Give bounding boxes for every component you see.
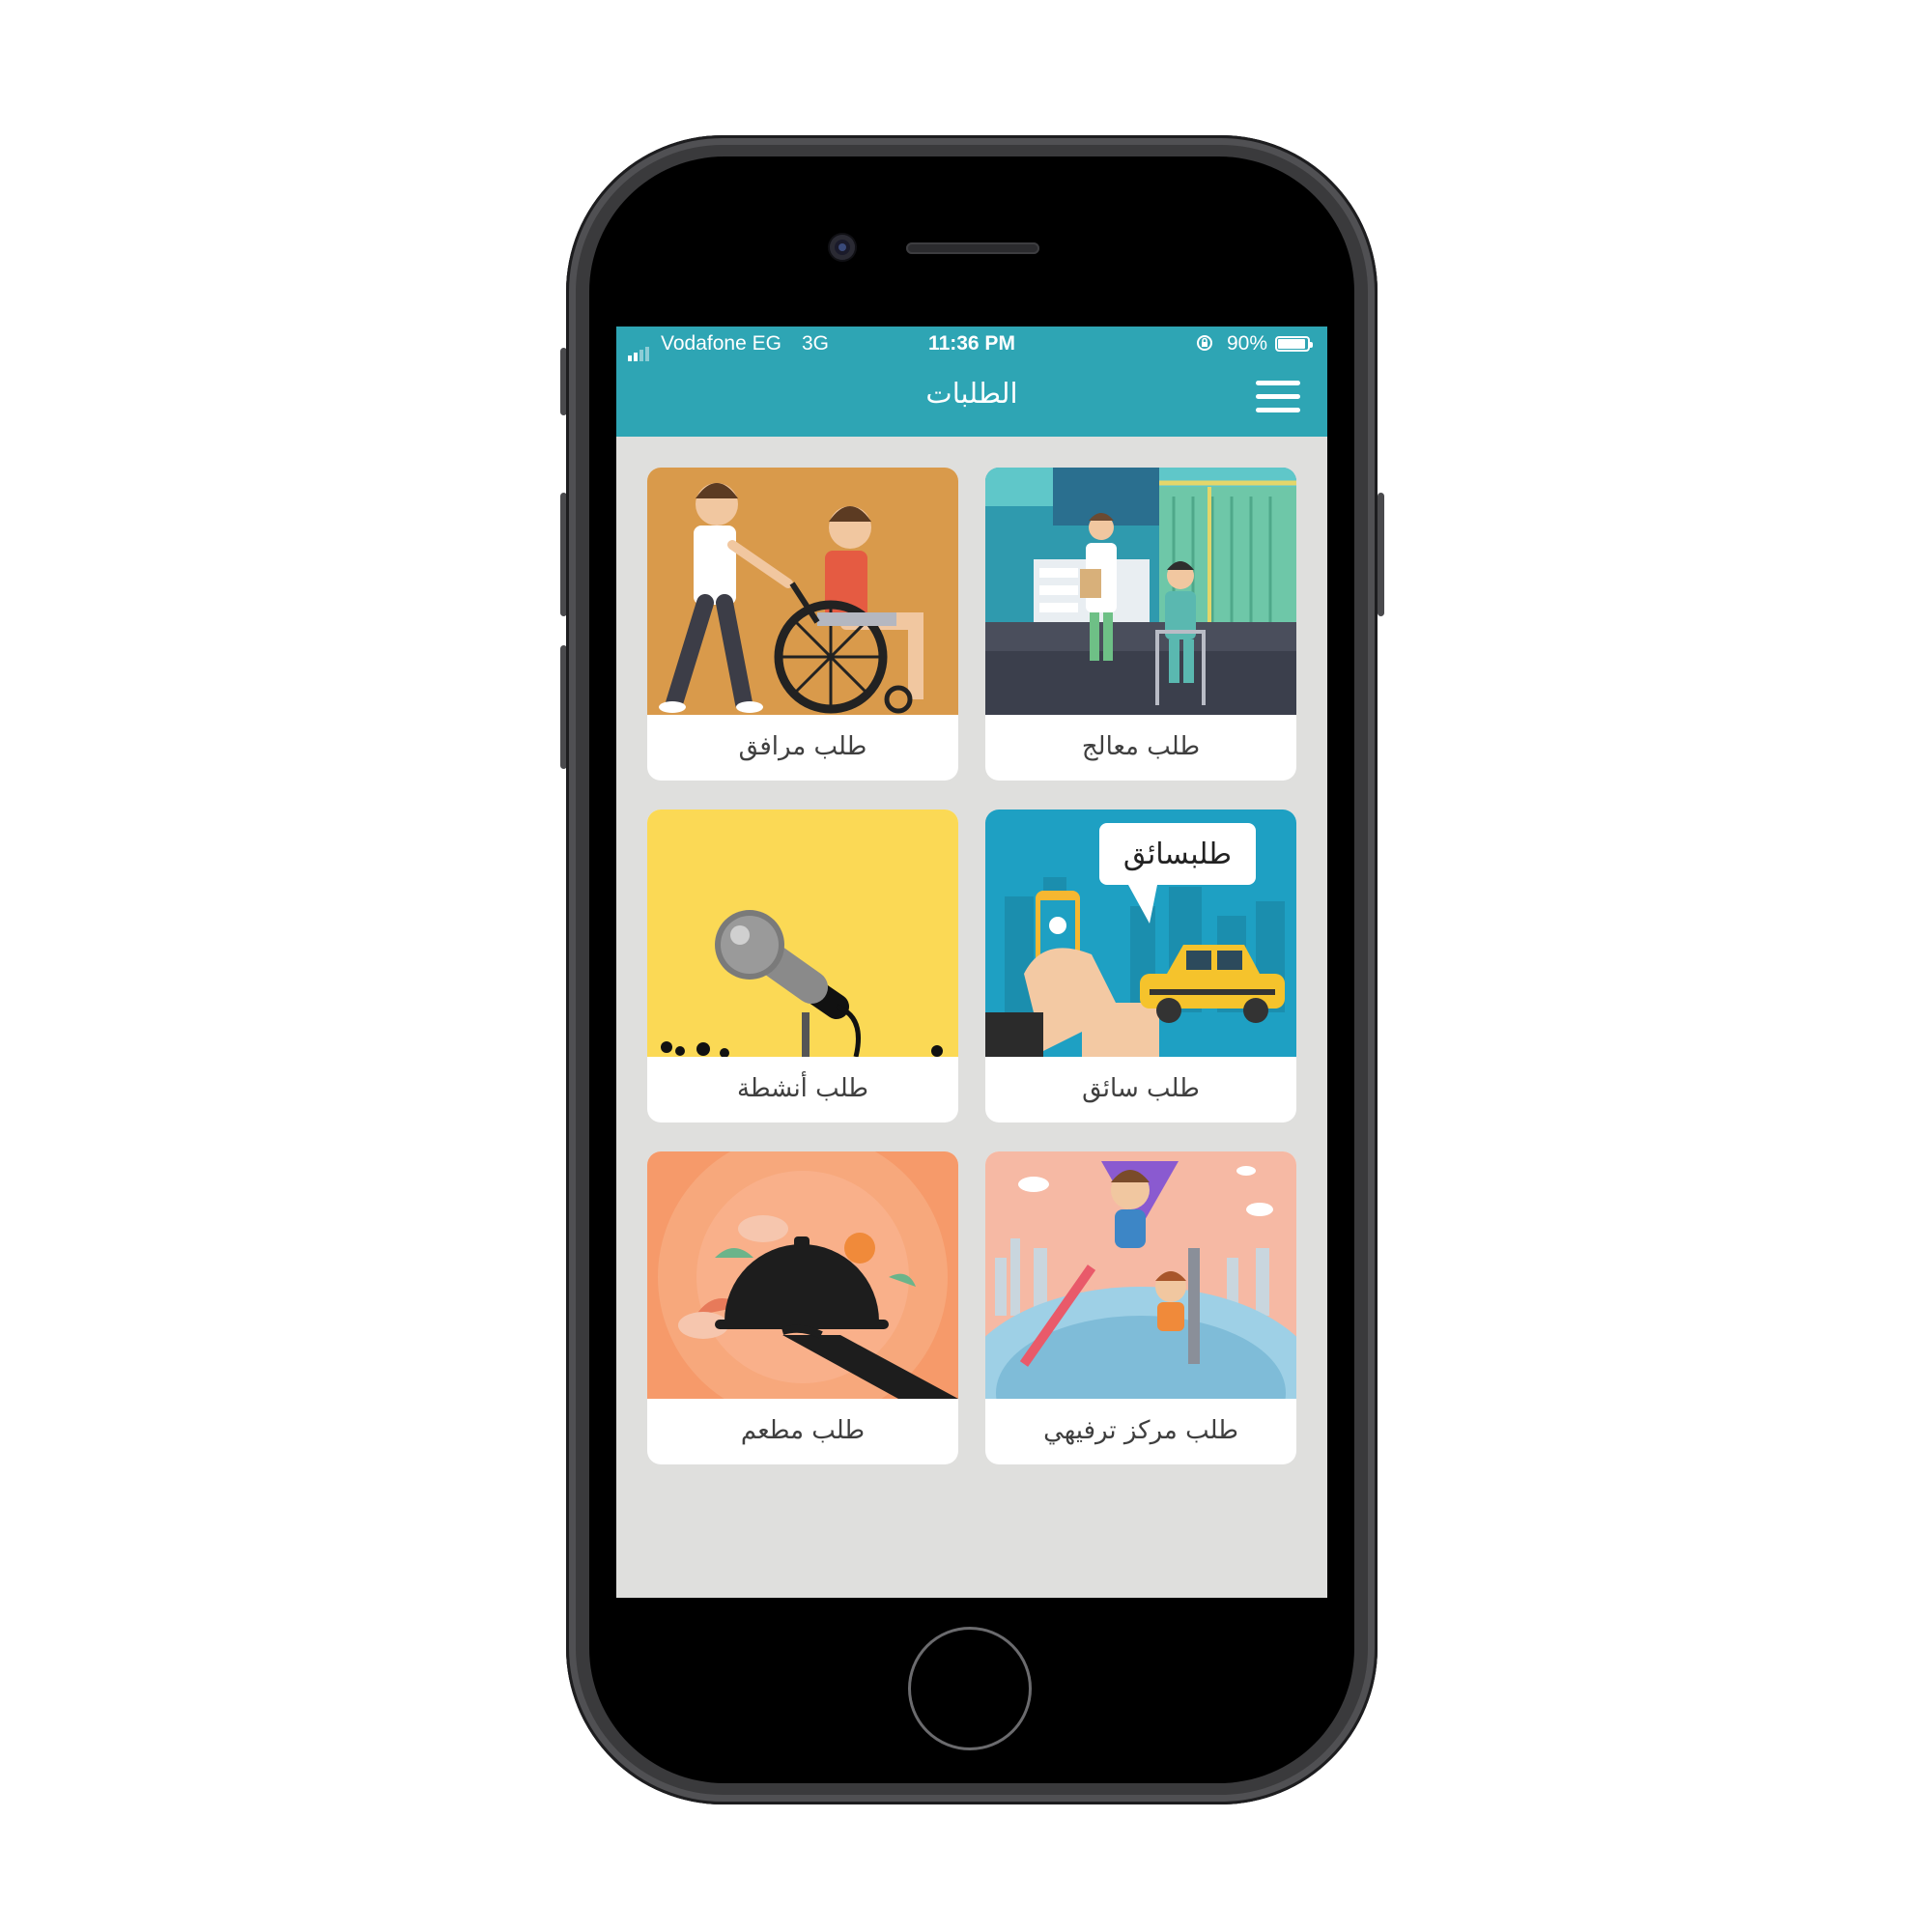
hamburger-menu-icon-line (1256, 394, 1300, 399)
front-camera (830, 235, 855, 260)
request-card-label: طلب معالج (1081, 732, 1201, 761)
app-screen: Vodafone EG 3G 11:36 PM 90% الطلبات طلب … (616, 327, 1327, 1598)
restaurant-cloche-illustration (647, 1151, 958, 1399)
speech-bubble-text: طلبسائق (1123, 838, 1232, 871)
request-card-driver[interactable]: طلبسائق طلب سائق (985, 810, 1296, 1122)
request-card-label: طلب سائق (1082, 1074, 1200, 1103)
app-header: Vodafone EG 3G 11:36 PM 90% الطلبات (616, 327, 1327, 437)
request-card-label: طلب مرافق (738, 732, 867, 761)
hamburger-menu-icon-line (1256, 408, 1300, 412)
request-card-label: طلب مطعم (740, 1416, 866, 1445)
taxi-app-illustration: طلبسائق (985, 810, 1296, 1057)
rotation-lock-icon (1197, 335, 1212, 351)
request-card-companion[interactable]: طلب مرافق (647, 468, 958, 781)
amusement-kids-illustration (985, 1151, 1296, 1399)
battery-icon (1275, 336, 1313, 352)
status-bar: Vodafone EG 3G 11:36 PM 90% (616, 327, 1327, 363)
request-card-entertainment[interactable]: طلب مركز ترفيهي (985, 1151, 1296, 1464)
request-card-therapist[interactable]: طلب معالج (985, 468, 1296, 781)
page-title: الطلبات (925, 377, 1018, 410)
battery-percentage: 90% (1227, 332, 1268, 355)
menu-button[interactable] (1254, 379, 1302, 415)
request-card-activities[interactable]: طلب أنشطة (647, 810, 958, 1122)
microphone-illustration (647, 810, 958, 1057)
earpiece-speaker (906, 242, 1039, 254)
status-time: 11:36 PM (928, 332, 1015, 355)
request-card-label: طلب أنشطة (736, 1074, 869, 1103)
power-button (1378, 493, 1384, 616)
wheelchair-companion-illustration (647, 468, 958, 715)
doctor-patient-illustration (985, 468, 1296, 715)
hamburger-menu-icon (1256, 381, 1300, 385)
request-card-label: طلب مركز ترفيهي (1043, 1416, 1238, 1445)
request-card-restaurant[interactable]: طلب مطعم (647, 1151, 958, 1464)
home-button[interactable] (908, 1627, 1032, 1750)
